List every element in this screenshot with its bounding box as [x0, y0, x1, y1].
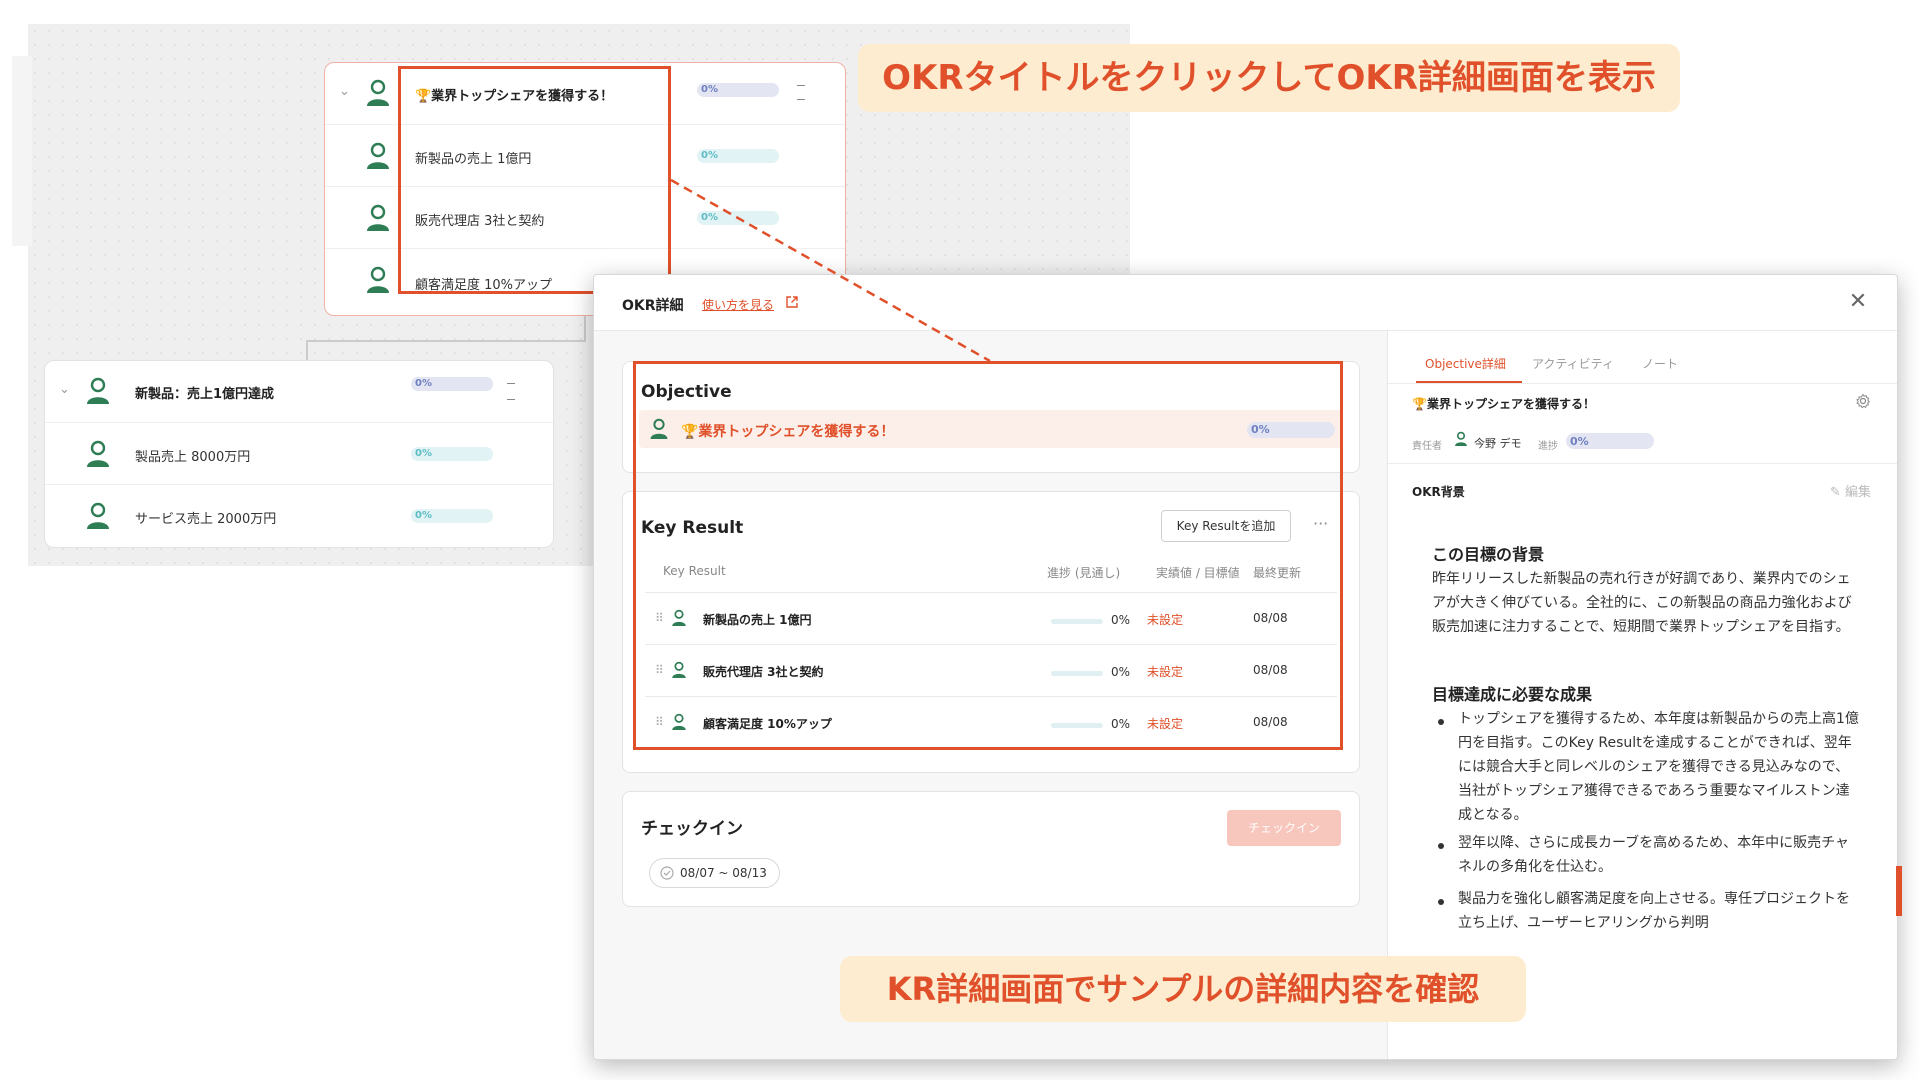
dash-icon: [507, 383, 515, 384]
objective-title[interactable]: 新製品：売上1億円達成: [135, 383, 274, 402]
checkin-button[interactable]: チェックイン: [1227, 810, 1341, 846]
kr-progress-bar: 0%: [411, 447, 493, 461]
kr-label[interactable]: 製品売上 8000万円: [135, 446, 250, 465]
tab-objective-detail[interactable]: Objective詳細: [1425, 355, 1506, 372]
owner-label: 責任者: [1412, 441, 1442, 452]
tree-kr-row[interactable]: サービス売上 2000万円 0%: [45, 485, 553, 547]
results-heading: 目標達成に必要な成果: [1432, 685, 1593, 704]
bullet-text: トップシェアを獲得するため、本年度は新製品からの売上高1億円を目指す。このKey…: [1458, 711, 1859, 823]
owner-name[interactable]: 今野 デモ: [1474, 435, 1522, 451]
dash-icon: [507, 399, 515, 400]
annotation-highlight-box: [398, 66, 671, 294]
checkin-panel: チェックイン チェックイン 08/07 ~ 08/13: [622, 791, 1360, 907]
bullet-dot: [1438, 843, 1444, 849]
user-avatar-icon: [367, 204, 389, 231]
tab-notes[interactable]: ノート: [1642, 355, 1678, 372]
annotation-highlight-box: [633, 361, 1343, 750]
tree-connector: [584, 312, 586, 342]
edit-button[interactable]: ✎ 編集: [1830, 481, 1871, 500]
tab-divider: [1388, 383, 1897, 384]
bullet-dot: [1438, 899, 1444, 905]
user-avatar-icon: [87, 502, 109, 529]
progress-label: 0%: [415, 378, 432, 389]
progress-value: 0%: [1570, 435, 1589, 448]
objective-title: 🏆業界トップシェアを獲得する！: [1412, 397, 1595, 411]
tree-kr-row[interactable]: 製品売上 8000万円 0%: [45, 423, 553, 485]
bullet-text: 翌年以降、さらに成長カーブを高めるため、本年中に販売チャネルの多角化を仕込む。: [1458, 835, 1850, 875]
kr-progress-bar: 0%: [697, 211, 779, 225]
progress-label: 0%: [415, 448, 432, 459]
user-avatar-icon: [87, 440, 109, 467]
objective-progress-bar: 0%: [697, 83, 779, 97]
tab-activity[interactable]: アクティビティ: [1532, 355, 1614, 372]
checkin-heading: チェックイン: [641, 819, 743, 839]
callout-top: OKRタイトルをクリックしてOKR詳細画面を表示: [858, 44, 1680, 112]
modal-title: OKR詳細: [622, 298, 684, 314]
kr-label[interactable]: サービス売上 2000万円: [135, 508, 276, 527]
canvas-side-strip: [12, 56, 32, 246]
child-objective-card[interactable]: ⌄ 新製品：売上1億円達成 0% 製品売上 8000万円 0% サービス売上 2…: [44, 360, 554, 548]
chevron-down-icon[interactable]: ⌄: [339, 85, 353, 99]
close-button[interactable]: ✕: [1847, 291, 1869, 313]
edit-label: 編集: [1844, 485, 1871, 500]
user-avatar-icon: [1455, 431, 1467, 446]
tree-connector: [306, 340, 586, 342]
bullet-text: 製品力を強化し顧客満足度を向上させる。専任プロジェクトを立ち上げ、ユーザーヒアリ…: [1458, 891, 1850, 931]
background-heading: この目標の背景: [1432, 545, 1545, 564]
checkin-period[interactable]: 08/07 ~ 08/13: [649, 858, 780, 888]
howto-link[interactable]: 使い方を見る: [702, 296, 774, 313]
kr-progress-bar: 0%: [697, 149, 779, 163]
pencil-icon: ✎: [1829, 485, 1841, 500]
chevron-down-icon[interactable]: ⌄: [59, 383, 73, 397]
objective-progress-bar: 0%: [1566, 433, 1654, 449]
progress-label: 0%: [701, 212, 718, 223]
gear-icon[interactable]: [1855, 393, 1871, 409]
external-link-icon[interactable]: [785, 295, 799, 309]
modal-right-pane: Objective詳細 アクティビティ ノート 🏆業界トップシェアを獲得する！ …: [1387, 331, 1897, 1059]
progress-label: 0%: [701, 150, 718, 161]
background-paragraph: 昨年リリースした新製品の売れ行きが好調であり、業界内でのシェアが大きく伸びている…: [1432, 571, 1852, 635]
progress-label: 0%: [701, 84, 718, 95]
objective-row[interactable]: ⌄ 新製品：売上1億円達成 0%: [45, 361, 553, 423]
okr-background-label: OKR背景: [1412, 485, 1465, 499]
progress-label: 進捗: [1538, 441, 1558, 452]
user-avatar-icon: [87, 377, 109, 404]
divider: [1388, 463, 1897, 464]
bullet-dot: [1438, 719, 1444, 725]
page-edge-accent: [1896, 866, 1902, 916]
dash-icon: [797, 99, 805, 100]
check-circle-icon: [660, 866, 674, 880]
progress-label: 0%: [415, 510, 432, 521]
modal-header: OKR詳細 使い方を見る ✕: [594, 275, 1897, 331]
checkin-period-label: 08/07 ~ 08/13: [680, 866, 767, 880]
user-avatar-icon: [367, 266, 389, 293]
callout-bottom: KR詳細画面でサンプルの詳細内容を確認: [840, 956, 1526, 1022]
user-avatar-icon: [367, 79, 389, 106]
dash-icon: [797, 85, 805, 86]
objective-progress-bar: 0%: [411, 377, 493, 391]
kr-progress-bar: 0%: [411, 509, 493, 523]
user-avatar-icon: [367, 142, 389, 169]
